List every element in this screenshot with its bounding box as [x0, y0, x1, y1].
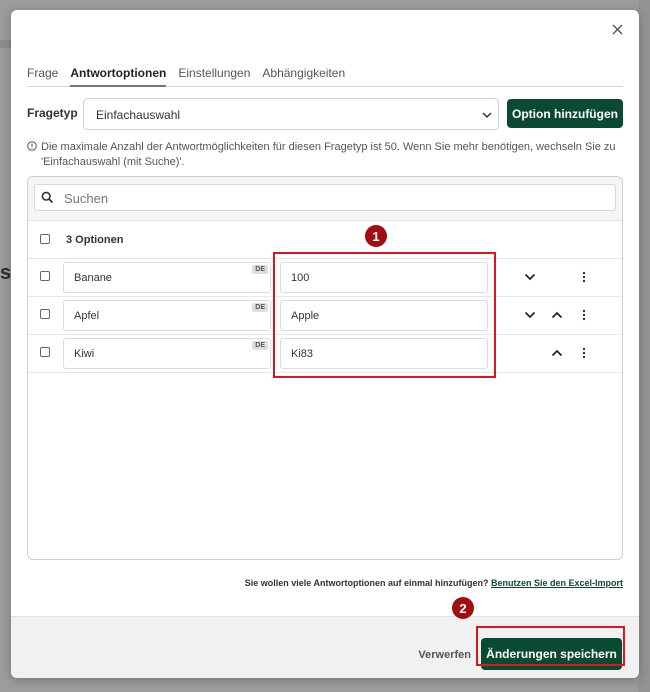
language-badge: DE	[252, 341, 268, 350]
options-count-label: 3 Optionen	[66, 234, 124, 246]
tab-antwortoptionen[interactable]: Antwortoptionen	[70, 65, 167, 87]
option-label-text: Kiwi	[74, 348, 95, 360]
save-changes-button[interactable]: Änderungen speichern	[481, 638, 622, 670]
info-text: Die maximale Anzahl der Antwortmöglichke…	[41, 141, 616, 168]
option-label-input[interactable]: Banane DE	[63, 262, 271, 293]
option-row: Banane DE 100	[28, 259, 622, 297]
tab-bar: Frage Antwortoptionen Einstellungen Abhä…	[27, 65, 623, 87]
search-placeholder: Suchen	[64, 191, 109, 206]
discard-button[interactable]: Verwerfen	[418, 649, 471, 661]
chevron-down-icon	[482, 109, 492, 123]
option-row: Kiwi DE Ki83	[28, 335, 622, 373]
tab-frage[interactable]: Frage	[27, 65, 58, 86]
info-message: Die maximale Anzahl der Antwortmöglichke…	[27, 140, 623, 170]
edit-options-modal: Frage Antwortoptionen Einstellungen Abhä…	[11, 10, 639, 678]
modal-footer: Verwerfen Änderungen speichern	[11, 616, 639, 678]
tab-abhaengigkeiten[interactable]: Abhängigkeiten	[262, 65, 345, 86]
tab-einstellungen[interactable]: Einstellungen	[178, 65, 250, 86]
fragetyp-select[interactable]: Einfachauswahl	[83, 98, 499, 130]
option-value-text: Ki83	[291, 348, 314, 360]
option-label-text: Apfel	[74, 310, 100, 322]
option-label-text: Banane	[74, 272, 112, 284]
search-bar: Suchen	[28, 177, 622, 221]
option-label-input[interactable]: Kiwi DE	[63, 338, 271, 369]
chevron-up-icon[interactable]	[550, 309, 564, 321]
bg-right-strip	[638, 0, 650, 692]
option-label-input[interactable]: Apfel DE	[63, 300, 271, 331]
language-badge: DE	[252, 265, 268, 274]
search-icon	[41, 191, 54, 207]
fragetyp-row: Fragetyp Einfachauswahl Option hinzufüge…	[27, 98, 623, 130]
excel-import-note: Sie wollen viele Antwortoptionen auf ein…	[245, 578, 623, 588]
more-options-icon[interactable]	[577, 347, 591, 359]
option-value-input[interactable]: Ki83	[280, 338, 488, 369]
option-row: Apfel DE Apple	[28, 297, 622, 335]
option-value-input[interactable]: Apple	[280, 300, 488, 331]
option-checkbox[interactable]	[40, 271, 50, 281]
add-option-button[interactable]: Option hinzufügen	[507, 99, 623, 128]
chevron-down-icon[interactable]	[523, 309, 537, 321]
annotation-marker-2: 2	[452, 597, 474, 619]
select-all-checkbox[interactable]	[40, 234, 50, 244]
chevron-down-icon[interactable]	[523, 271, 537, 283]
info-icon	[27, 141, 37, 156]
option-value-text: 100	[291, 272, 310, 284]
close-icon[interactable]	[609, 21, 625, 37]
option-checkbox[interactable]	[40, 347, 50, 357]
option-value-text: Apple	[291, 310, 320, 322]
search-input[interactable]: Suchen	[34, 184, 616, 211]
fragetyp-label: Fragetyp	[27, 106, 78, 120]
language-badge: DE	[252, 303, 268, 312]
more-options-icon[interactable]	[577, 309, 591, 321]
more-options-icon[interactable]	[577, 271, 591, 283]
option-checkbox[interactable]	[40, 309, 50, 319]
fragetyp-value: Einfachauswahl	[96, 108, 181, 122]
excel-import-link[interactable]: Benutzen Sie den Excel-Import	[491, 578, 623, 588]
option-value-input[interactable]: 100	[280, 262, 488, 293]
options-header-row: 3 Optionen	[28, 221, 622, 259]
chevron-up-icon[interactable]	[550, 347, 564, 359]
options-panel: Suchen 3 Optionen Banane DE 100 Apfel DE…	[27, 176, 623, 560]
annotation-marker-1: 1	[365, 225, 387, 247]
excel-note-text: Sie wollen viele Antwortoptionen auf ein…	[244, 578, 489, 588]
